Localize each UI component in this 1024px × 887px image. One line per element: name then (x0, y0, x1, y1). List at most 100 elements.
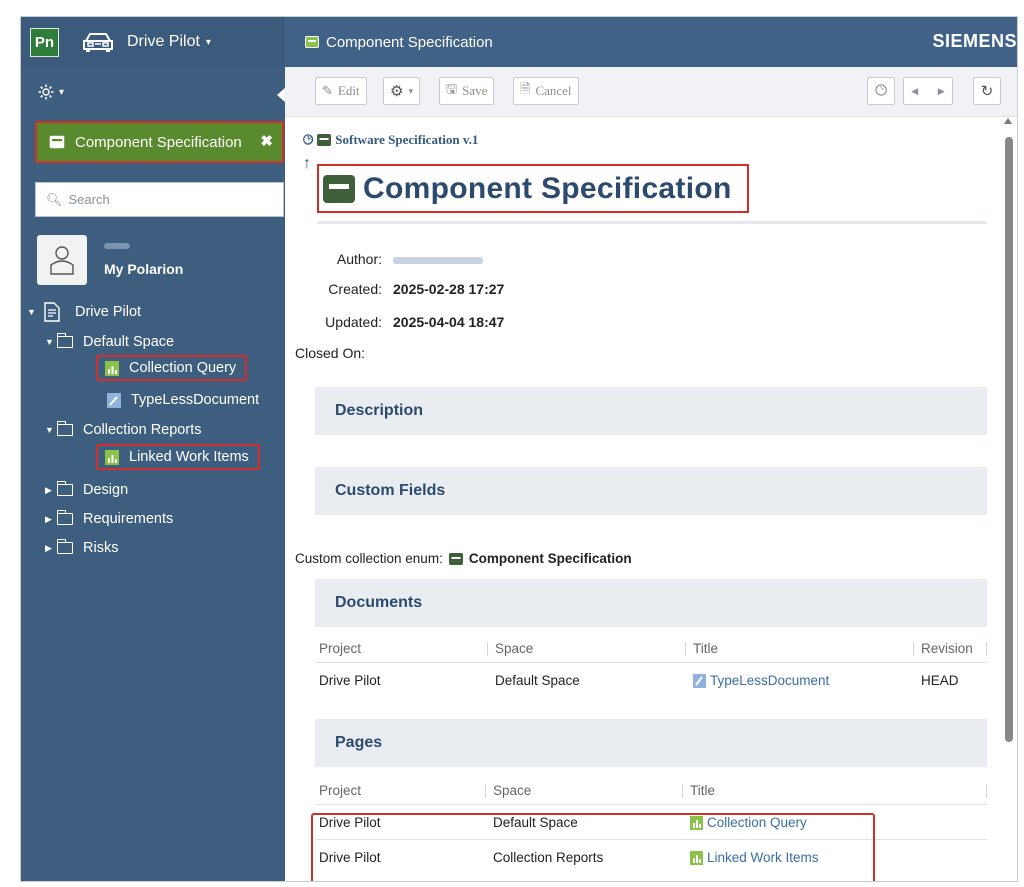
chevron-right-icon[interactable]: ▶ (45, 543, 57, 554)
chevron-down-icon: ▾ (408, 85, 413, 96)
custom-enum-value[interactable]: Component Specification (469, 551, 632, 566)
search-input[interactable]: 🔍︎ Search (35, 182, 284, 217)
chevron-down-icon[interactable]: ▾ (206, 37, 211, 48)
tree-item-requirements[interactable]: ▶ Requirements (45, 506, 173, 532)
toolbar: ✎ Edit ⚙ ▾ 🖫︎ Save 🗎︎ Cancel 🕑︎ ◀ ▶ ↻ (285, 67, 1017, 117)
column-header[interactable]: Space (495, 641, 533, 656)
author-value-redacted (393, 251, 483, 267)
section-custom-fields[interactable]: Custom Fields (315, 467, 987, 515)
project-switcher[interactable]: Drive Pilot (127, 33, 200, 51)
document-icon (693, 673, 706, 688)
cancel-label: Cancel (535, 83, 572, 98)
column-header[interactable]: Revision (921, 641, 973, 656)
project-icon (44, 302, 60, 322)
closed-on-label: Closed On: (295, 345, 366, 361)
gear-icon[interactable] (37, 83, 55, 101)
tree-item-default-space[interactable]: ▼ Default Space (45, 329, 174, 355)
column-header[interactable]: Project (319, 783, 361, 798)
column-divider (685, 642, 686, 656)
tree-label: Drive Pilot (75, 304, 142, 320)
chevron-down-icon[interactable]: ▼ (45, 425, 57, 435)
column-header[interactable]: Space (493, 783, 531, 798)
tree-item-design[interactable]: ▶ Design (45, 477, 128, 503)
report-page-icon (105, 449, 119, 465)
document-link[interactable]: TypeLessDocument (693, 673, 829, 688)
sidebar: ▾ Component Specification ✖ 🔍︎ Search My… (21, 67, 285, 881)
table-cell: Default Space (495, 673, 580, 688)
collection-icon (317, 134, 332, 146)
tree-label: TypeLessDocument (131, 392, 260, 408)
page-header: Component Specification SIEMENS (285, 17, 1017, 67)
tree-label: Design (83, 482, 129, 498)
app-window: Pn Drive Pilot ▾ Component Specification… (20, 16, 1018, 882)
scrollbar-thumb[interactable] (1005, 137, 1013, 742)
chevron-right-icon[interactable]: ▶ (45, 514, 57, 525)
title-text: Component Specification (363, 171, 732, 205)
divider (315, 804, 987, 805)
scroll-up-icon[interactable] (1004, 118, 1012, 124)
cancel-icon: 🗎︎ (520, 81, 531, 96)
tree-item-collection-reports[interactable]: ▼ Collection Reports (45, 417, 201, 443)
gear-icon: ⚙ (390, 83, 404, 100)
revision-nav[interactable]: ◀ ▶ (903, 77, 953, 105)
refresh-button[interactable]: ↻ (973, 77, 1001, 105)
refresh-icon: ↻ (980, 83, 994, 100)
history-icon: 🕑︎ (303, 132, 314, 147)
selected-collection-chip[interactable]: Component Specification ✖ (35, 121, 284, 163)
tree-item-linked-work-items[interactable]: Linked Work Items (96, 444, 260, 470)
search-placeholder: Search (68, 192, 110, 207)
previous-icon[interactable]: ◀ (911, 86, 918, 97)
tree-item-drive-pilot[interactable]: ▼ Drive Pilot (27, 299, 141, 325)
report-page-icon (105, 360, 119, 376)
search-icon: 🔍︎ (46, 191, 63, 207)
column-divider (986, 642, 987, 656)
collection-icon (323, 174, 355, 203)
custom-enum-label: Custom collection enum: (295, 551, 443, 566)
avatar[interactable] (37, 235, 87, 285)
user-card[interactable]: My Polarion (37, 235, 183, 285)
close-icon[interactable]: ✖ (260, 132, 273, 150)
tree-item-typeless-document[interactable]: TypeLessDocument (107, 387, 259, 413)
chevron-down-icon[interactable]: ▼ (27, 307, 39, 317)
collection-icon (448, 552, 463, 565)
history-button[interactable]: 🕑︎ (867, 77, 895, 105)
chevron-down-icon[interactable]: ▾ (59, 87, 64, 98)
chevron-down-icon[interactable]: ▼ (45, 337, 57, 347)
save-button[interactable]: 🖫︎ Save (439, 77, 495, 105)
author-label: Author: (336, 251, 382, 267)
divider (317, 221, 987, 224)
polarion-logo[interactable]: Pn (30, 27, 59, 57)
tree-item-collection-query[interactable]: Collection Query (96, 355, 248, 381)
my-polarion-link[interactable]: My Polarion (104, 261, 183, 277)
section-description[interactable]: Description (315, 387, 987, 435)
next-icon[interactable]: ▶ (938, 86, 945, 97)
breadcrumb-link[interactable]: Software Specification v.1 (335, 132, 478, 148)
up-arrow-icon[interactable]: ↑ (303, 155, 311, 173)
updated-label: Updated: (325, 314, 382, 330)
folder-icon (56, 539, 73, 554)
user-icon (50, 246, 74, 275)
column-divider (487, 642, 488, 656)
tree-label: Collection Query (129, 360, 237, 376)
car-icon (83, 33, 113, 52)
actions-menu-button[interactable]: ⚙ ▾ (383, 77, 420, 105)
collapse-sidebar-icon[interactable] (277, 88, 285, 102)
section-pages[interactable]: Pages (315, 719, 987, 767)
column-header[interactable]: Title (690, 783, 715, 798)
folder-icon (56, 333, 73, 348)
chip-label: Component Specification (75, 133, 242, 151)
edit-label: Edit (337, 83, 360, 98)
edit-button[interactable]: ✎ Edit (315, 77, 367, 105)
updated-value: 2025-04-04 18:47 (393, 314, 505, 330)
sidebar-settings[interactable]: ▾ (37, 83, 64, 101)
column-header[interactable]: Title (693, 641, 718, 656)
collection-icon (49, 135, 65, 149)
section-documents[interactable]: Documents (315, 579, 987, 627)
column-header[interactable]: Project (319, 641, 361, 656)
tree-item-risks[interactable]: ▶ Risks (45, 535, 118, 561)
column-divider (682, 784, 683, 798)
folder-icon (56, 421, 73, 436)
breadcrumb[interactable]: 🕑︎ Software Specification v.1 (303, 132, 478, 148)
cancel-button[interactable]: 🗎︎ Cancel (513, 77, 579, 105)
chevron-right-icon[interactable]: ▶ (45, 485, 57, 496)
